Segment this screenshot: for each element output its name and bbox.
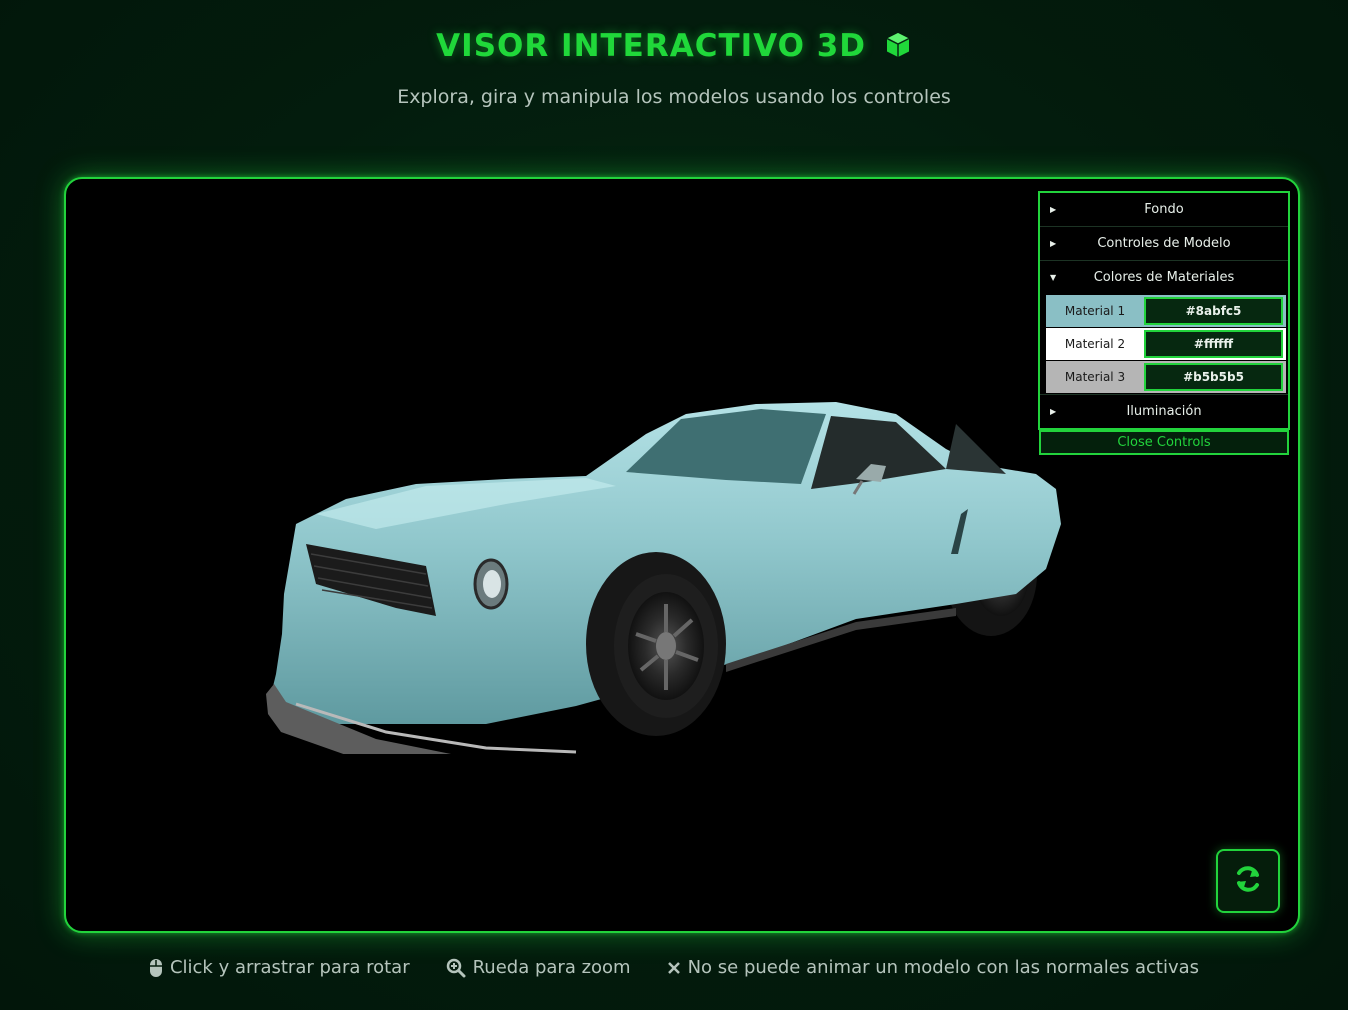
material-label: Material 2: [1064, 337, 1126, 351]
folder-label: Colores de Materiales: [1093, 270, 1235, 285]
material-3-color-input[interactable]: #b5b5b5: [1144, 363, 1283, 391]
material-label: Material 3: [1064, 370, 1126, 384]
refresh-button[interactable]: [1216, 849, 1280, 913]
folder-label: Iluminación: [1126, 404, 1202, 419]
hint-zoom: Rueda para zoom: [446, 957, 631, 978]
cube-icon: [884, 31, 912, 67]
page-title: VISOR INTERACTIVO 3D: [0, 28, 1348, 67]
material-label: Material 1: [1064, 304, 1126, 318]
folder-fondo[interactable]: ▶ Fondo: [1040, 193, 1288, 227]
caret-right-icon: ▶: [1050, 239, 1057, 248]
folder-colores-materiales[interactable]: ▼ Colores de Materiales: [1040, 261, 1288, 294]
caret-down-icon: ▼: [1050, 273, 1057, 282]
material-1-color-input[interactable]: #8abfc5: [1144, 297, 1283, 325]
material-2-color-input[interactable]: #ffffff: [1144, 330, 1283, 358]
zoom-icon: [446, 958, 466, 978]
mouse-icon: [149, 958, 163, 978]
hint-zoom-text: Rueda para zoom: [472, 957, 631, 978]
hint-rotate-text: Click y arrastrar para rotar: [169, 957, 410, 978]
material-row-1: Material 1 #8abfc5: [1046, 295, 1286, 327]
close-controls-button[interactable]: Close Controls: [1039, 430, 1289, 455]
folder-iluminacion[interactable]: ▶ Iluminación: [1040, 394, 1288, 428]
folder-controles-modelo[interactable]: ▶ Controles de Modelo: [1040, 227, 1288, 261]
page-title-text: VISOR INTERACTIVO 3D: [436, 28, 867, 64]
hint-normals-text: No se puede animar un modelo con las nor…: [687, 957, 1200, 978]
close-icon: [667, 961, 681, 975]
refresh-icon: [1233, 864, 1263, 898]
hint-rotate: Click y arrastrar para rotar: [149, 957, 410, 978]
material-row-2: Material 2 #ffffff: [1046, 328, 1286, 360]
material-row-3: Material 3 #b5b5b5: [1046, 361, 1286, 393]
folder-label: Fondo: [1144, 202, 1184, 217]
caret-right-icon: ▶: [1050, 205, 1057, 214]
controls-panel: ▶ Fondo ▶ Controles de Modelo ▼ Colores …: [1038, 191, 1290, 430]
folder-label: Controles de Modelo: [1097, 236, 1231, 251]
page-subtitle: Explora, gira y manipula los modelos usa…: [397, 86, 951, 108]
model-viewer-canvas[interactable]: ▶ Fondo ▶ Controles de Modelo ▼ Colores …: [64, 177, 1300, 933]
footer-hints: Click y arrastrar para rotar Rueda para …: [0, 957, 1348, 978]
caret-right-icon: ▶: [1050, 407, 1057, 416]
car-model[interactable]: [256, 394, 1086, 754]
hint-normals: No se puede animar un modelo con las nor…: [667, 957, 1199, 978]
